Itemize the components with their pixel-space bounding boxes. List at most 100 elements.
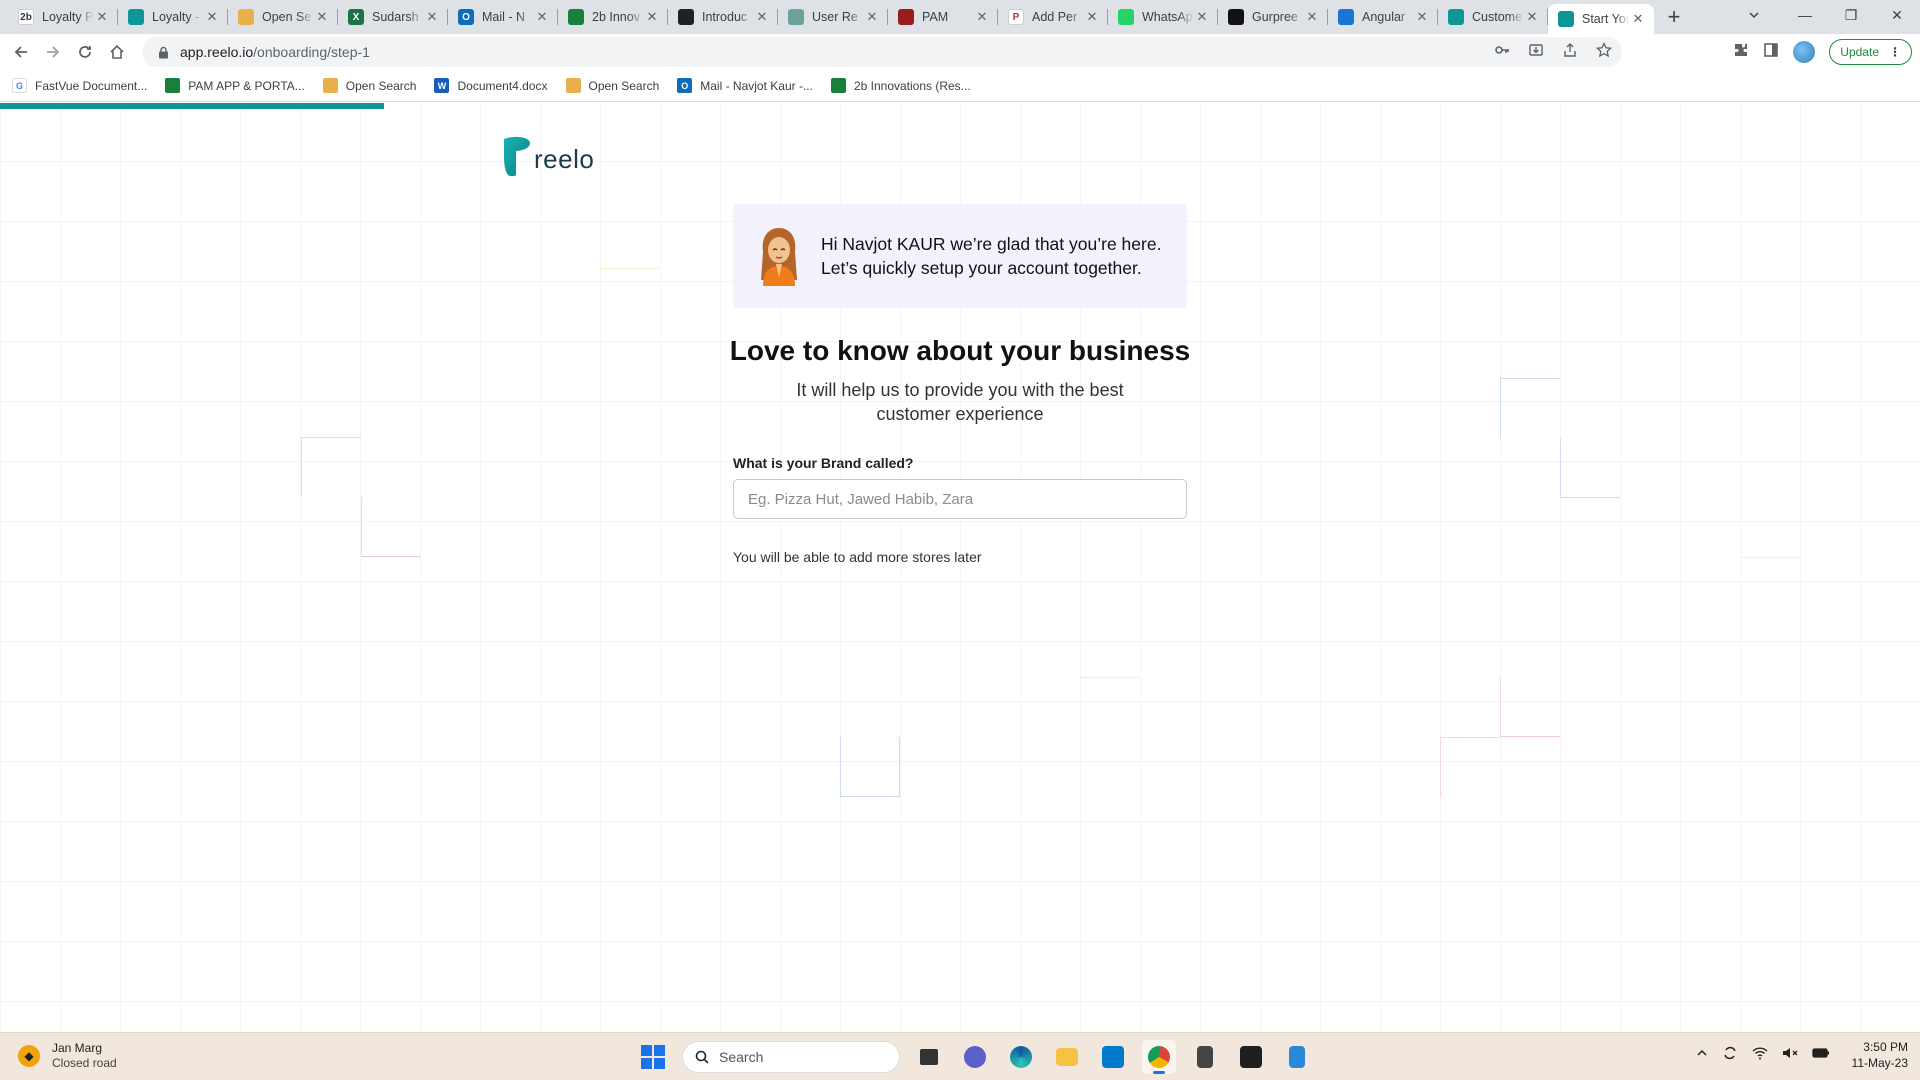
browser-tab[interactable]: 2b Loyalty P ✕ bbox=[8, 0, 118, 34]
tab-favicon-icon bbox=[1338, 9, 1354, 25]
chrome-icon[interactable] bbox=[1142, 1040, 1176, 1074]
tab-title: Loyalty P bbox=[42, 10, 94, 24]
tab-favicon-icon bbox=[1448, 9, 1464, 25]
browser-tab[interactable]: O Mail - N ✕ bbox=[448, 0, 558, 34]
bookmark-favicon-icon bbox=[322, 78, 338, 93]
tab-close-icon[interactable]: ✕ bbox=[1304, 9, 1320, 25]
tab-favicon-icon bbox=[678, 9, 694, 25]
lock-icon[interactable] bbox=[156, 45, 170, 59]
browser-tab[interactable]: PAM ✕ bbox=[888, 0, 998, 34]
tab-close-icon[interactable]: ✕ bbox=[1084, 9, 1100, 25]
more-menu-icon[interactable]: ⋮ bbox=[1889, 45, 1901, 59]
system-clock[interactable]: 3:50 PM 11-May-23 bbox=[1852, 1039, 1908, 1071]
sync-icon[interactable] bbox=[1722, 1045, 1738, 1066]
update-button[interactable]: Update ⋮ bbox=[1829, 39, 1912, 65]
address-bar[interactable]: app.reelo.io/onboarding/step-1 bbox=[142, 37, 1622, 67]
tab-close-icon[interactable]: ✕ bbox=[1414, 9, 1430, 25]
tab-close-icon[interactable]: ✕ bbox=[204, 9, 220, 25]
notepad-icon[interactable] bbox=[1280, 1040, 1314, 1074]
tab-close-icon[interactable]: ✕ bbox=[534, 9, 550, 25]
side-panel-icon[interactable] bbox=[1763, 42, 1779, 63]
tab-favicon-icon bbox=[898, 9, 914, 25]
start-button[interactable] bbox=[636, 1040, 670, 1074]
bookmark-item[interactable]: O Mail - Navjot Kaur -... bbox=[677, 78, 813, 93]
bookmark-star-icon[interactable] bbox=[1595, 41, 1613, 63]
weather-widget[interactable]: ◆ Jan Marg Closed road bbox=[18, 1041, 117, 1071]
browser-tab[interactable]: Gurpree ✕ bbox=[1218, 0, 1328, 34]
road-closed-icon: ◆ bbox=[18, 1045, 40, 1067]
tab-favicon-icon: O bbox=[458, 9, 474, 25]
taskbar-search[interactable]: Search bbox=[682, 1041, 900, 1073]
onboarding-page: reelo Hi Navjot KAUR we’re glad that you… bbox=[0, 103, 1920, 1032]
volume-muted-icon[interactable] bbox=[1782, 1046, 1798, 1065]
battery-icon[interactable] bbox=[1811, 1046, 1830, 1064]
browser-tab[interactable]: Open Se ✕ bbox=[228, 0, 338, 34]
forward-icon[interactable] bbox=[38, 37, 68, 67]
home-icon[interactable] bbox=[102, 37, 132, 67]
tab-close-icon[interactable]: ✕ bbox=[1524, 9, 1540, 25]
bookmark-item[interactable]: Open Search bbox=[322, 78, 416, 93]
browser-tab[interactable]: Custome ✕ bbox=[1438, 0, 1548, 34]
browser-tab[interactable]: Loyalty - ✕ bbox=[118, 0, 228, 34]
tab-close-icon[interactable]: ✕ bbox=[1194, 9, 1210, 25]
greeting-avatar-icon bbox=[761, 228, 797, 286]
browser-tab[interactable]: Angular ✕ bbox=[1328, 0, 1438, 34]
restore-icon[interactable]: ❐ bbox=[1828, 0, 1874, 30]
install-icon[interactable] bbox=[1528, 42, 1544, 63]
vscode-icon[interactable] bbox=[1096, 1040, 1130, 1074]
chevron-up-icon[interactable] bbox=[1696, 1046, 1708, 1064]
bookmark-label: 2b Innovations (Res... bbox=[853, 78, 971, 93]
wifi-icon[interactable] bbox=[1752, 1046, 1768, 1065]
bookmark-item[interactable]: PAM APP & PORTA... bbox=[165, 78, 305, 93]
terminal-icon[interactable] bbox=[1234, 1040, 1268, 1074]
key-icon[interactable] bbox=[1494, 42, 1510, 63]
new-tab-button[interactable]: + bbox=[1654, 0, 1694, 34]
tab-close-icon[interactable]: ✕ bbox=[754, 9, 770, 25]
tab-close-icon[interactable]: ✕ bbox=[974, 9, 990, 25]
profile-avatar[interactable] bbox=[1793, 41, 1816, 63]
grid-accent bbox=[1740, 557, 1800, 617]
bookmark-label: Open Search bbox=[588, 78, 660, 93]
bookmark-label: PAM APP & PORTA... bbox=[188, 78, 305, 93]
brand-name-input[interactable] bbox=[733, 479, 1187, 519]
browser-tab[interactable]: Introduc ✕ bbox=[668, 0, 778, 34]
task-view-icon[interactable] bbox=[912, 1040, 946, 1074]
back-icon[interactable] bbox=[6, 37, 36, 67]
extensions-icon[interactable] bbox=[1733, 42, 1749, 63]
bookmark-item[interactable]: G FastVue Document... bbox=[12, 78, 147, 93]
tab-close-icon[interactable]: ✕ bbox=[314, 9, 330, 25]
onboarding-progress-bar bbox=[0, 103, 384, 109]
tab-close-icon[interactable]: ✕ bbox=[424, 9, 440, 25]
tab-title: WhatsAp bbox=[1142, 10, 1193, 24]
weather-subtitle: Closed road bbox=[52, 1056, 117, 1070]
bookmark-item[interactable]: W Document4.docx bbox=[434, 78, 548, 93]
browser-tab[interactable]: User Re ✕ bbox=[778, 0, 888, 34]
calculator-icon[interactable] bbox=[1188, 1040, 1222, 1074]
browser-tab-active[interactable]: Start You ✕ bbox=[1548, 4, 1654, 34]
tab-close-icon[interactable]: ✕ bbox=[864, 9, 880, 25]
tab-close-icon[interactable]: ✕ bbox=[644, 9, 660, 25]
bookmark-item[interactable]: Open Search bbox=[565, 78, 660, 93]
grid-accent bbox=[1080, 677, 1140, 737]
minimize-icon[interactable]: — bbox=[1782, 0, 1828, 30]
browser-tab[interactable]: X Sudarsh ✕ bbox=[338, 0, 448, 34]
edge-icon[interactable] bbox=[1004, 1040, 1038, 1074]
reload-icon[interactable] bbox=[70, 37, 100, 67]
close-window-icon[interactable]: ✕ bbox=[1874, 0, 1920, 30]
browser-tab[interactable]: 2b Innov ✕ bbox=[558, 0, 668, 34]
browser-tab[interactable]: P Add Per ✕ bbox=[998, 0, 1108, 34]
grid-accent bbox=[1500, 677, 1560, 737]
share-icon[interactable] bbox=[1562, 42, 1578, 63]
tab-search-icon[interactable] bbox=[1734, 0, 1774, 30]
bookmark-favicon-icon bbox=[830, 78, 846, 93]
tab-close-icon[interactable]: ✕ bbox=[1630, 11, 1646, 27]
teams-chat-icon[interactable] bbox=[958, 1040, 992, 1074]
file-explorer-icon[interactable] bbox=[1050, 1040, 1084, 1074]
reelo-logo[interactable]: reelo bbox=[500, 135, 594, 177]
tab-favicon-icon bbox=[568, 9, 584, 25]
tab-close-icon[interactable]: ✕ bbox=[94, 9, 110, 25]
bookmark-item[interactable]: 2b Innovations (Res... bbox=[830, 78, 971, 93]
bookmark-favicon-icon: O bbox=[677, 78, 693, 93]
tab-title: 2b Innov bbox=[592, 10, 640, 24]
browser-tab[interactable]: WhatsAp ✕ bbox=[1108, 0, 1218, 34]
